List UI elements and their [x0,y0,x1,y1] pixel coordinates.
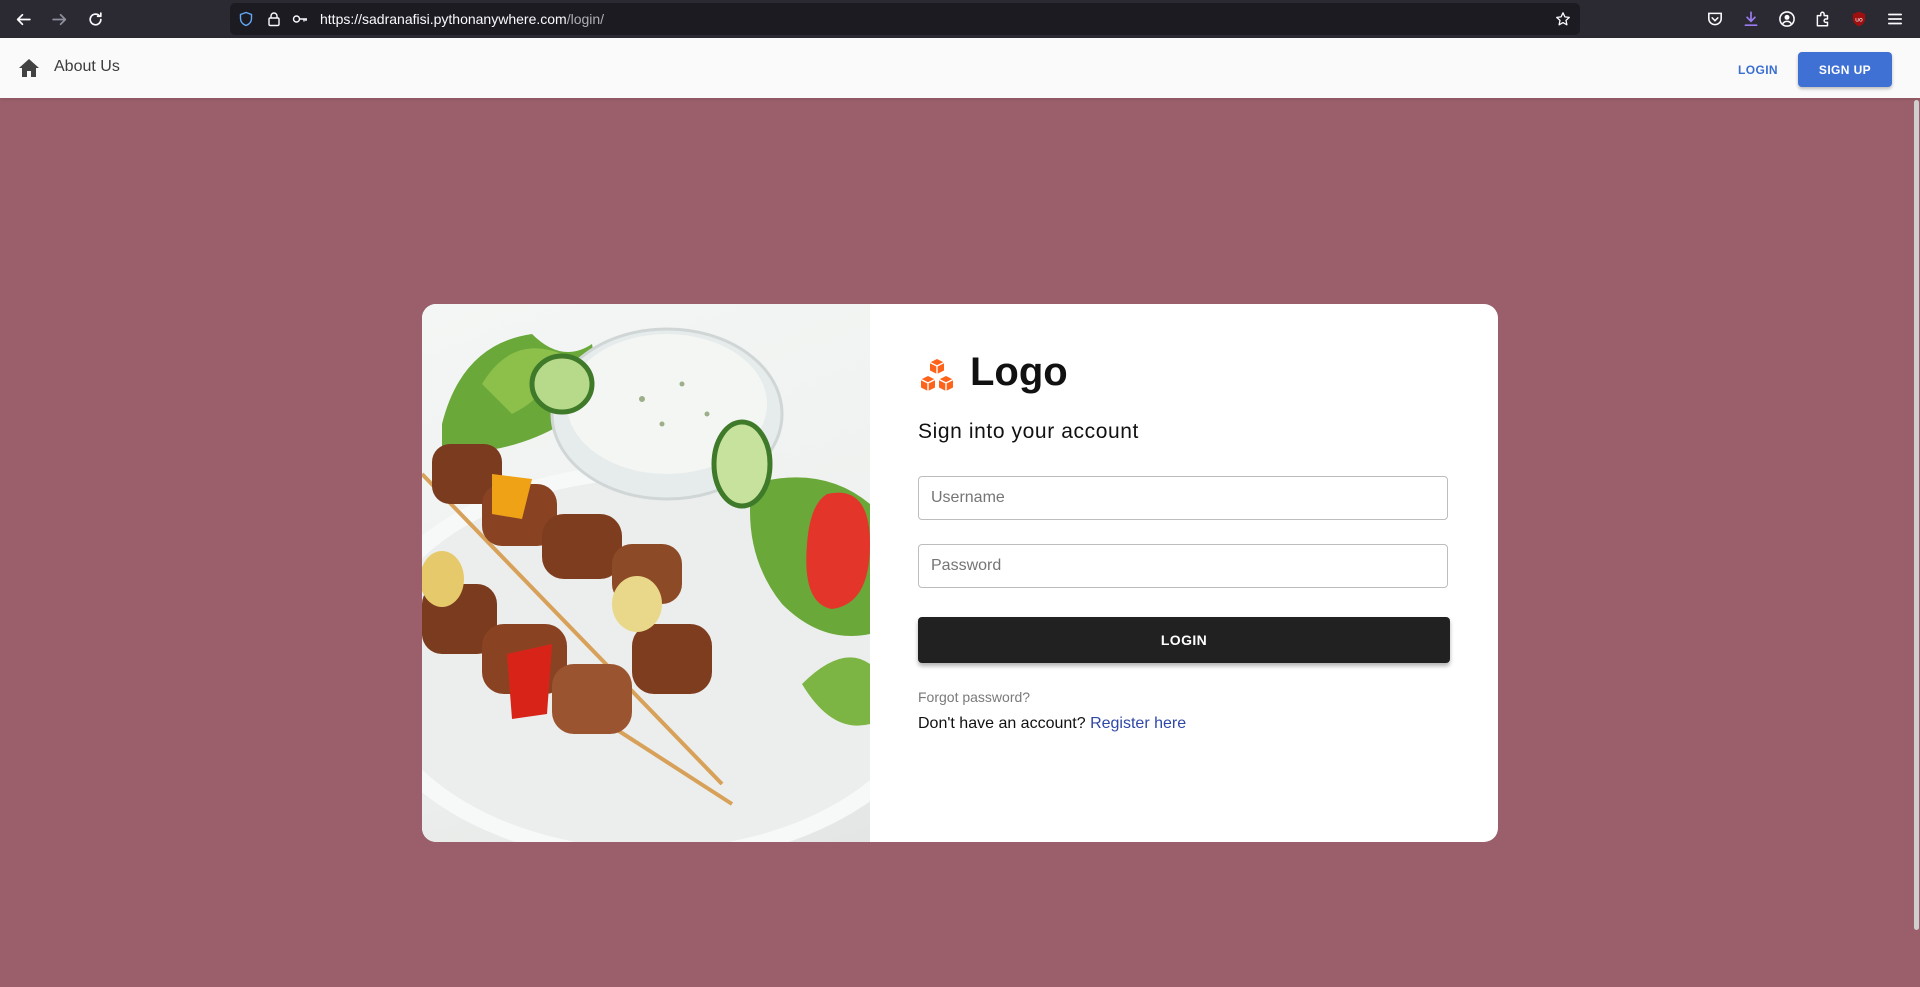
account-icon[interactable] [1777,9,1797,29]
site-header: About Us LOGIN SIGN UP [0,38,1920,98]
food-image [422,304,870,842]
forgot-password-link[interactable]: Forgot password? [918,689,1030,705]
menu-icon[interactable] [1885,9,1905,29]
extensions-icon[interactable] [1813,9,1833,29]
svg-text:uo: uo [1855,16,1863,23]
back-arrow-icon[interactable] [10,6,36,32]
username-input[interactable] [918,476,1448,520]
home-icon[interactable] [18,58,40,78]
page-scrollbar[interactable] [1914,100,1919,930]
key-icon[interactable] [292,11,308,27]
url-host: https://sadranafisi.pythonanywhere.com [320,11,567,27]
reload-icon[interactable] [82,6,108,32]
password-input[interactable] [918,544,1448,588]
register-prompt: Don't have an account? Register here [918,715,1186,733]
address-bar[interactable]: https://sadranafisi.pythonanywhere.com/l… [230,3,1580,35]
download-icon[interactable] [1741,9,1761,29]
login-card: Logo Sign into your account LOGIN Forgot… [422,304,1498,842]
register-link[interactable]: Register here [1090,715,1186,732]
lock-icon[interactable] [266,11,282,27]
pocket-icon[interactable] [1705,9,1725,29]
forward-arrow-icon[interactable] [46,6,72,32]
sign-up-button[interactable]: SIGN UP [1798,52,1892,87]
cubes-icon [918,358,956,394]
login-form: Logo Sign into your account LOGIN Forgot… [870,304,1498,842]
header-login-link[interactable]: LOGIN [1738,63,1778,77]
url-path: /login/ [566,11,605,27]
login-button[interactable]: LOGIN [918,617,1450,663]
star-icon[interactable] [1555,11,1571,27]
shield-icon[interactable] [238,11,254,27]
sign-in-heading: Sign into your account [918,420,1139,443]
logo-text: Logo [970,350,1068,394]
browser-toolbar: https://sadranafisi.pythonanywhere.com/l… [0,0,1920,38]
no-account-text: Don't have an account? [918,715,1086,732]
url-text[interactable]: https://sadranafisi.pythonanywhere.com/l… [320,11,604,27]
ublock-icon[interactable]: uo [1849,9,1869,29]
about-us-link[interactable]: About Us [54,58,120,76]
